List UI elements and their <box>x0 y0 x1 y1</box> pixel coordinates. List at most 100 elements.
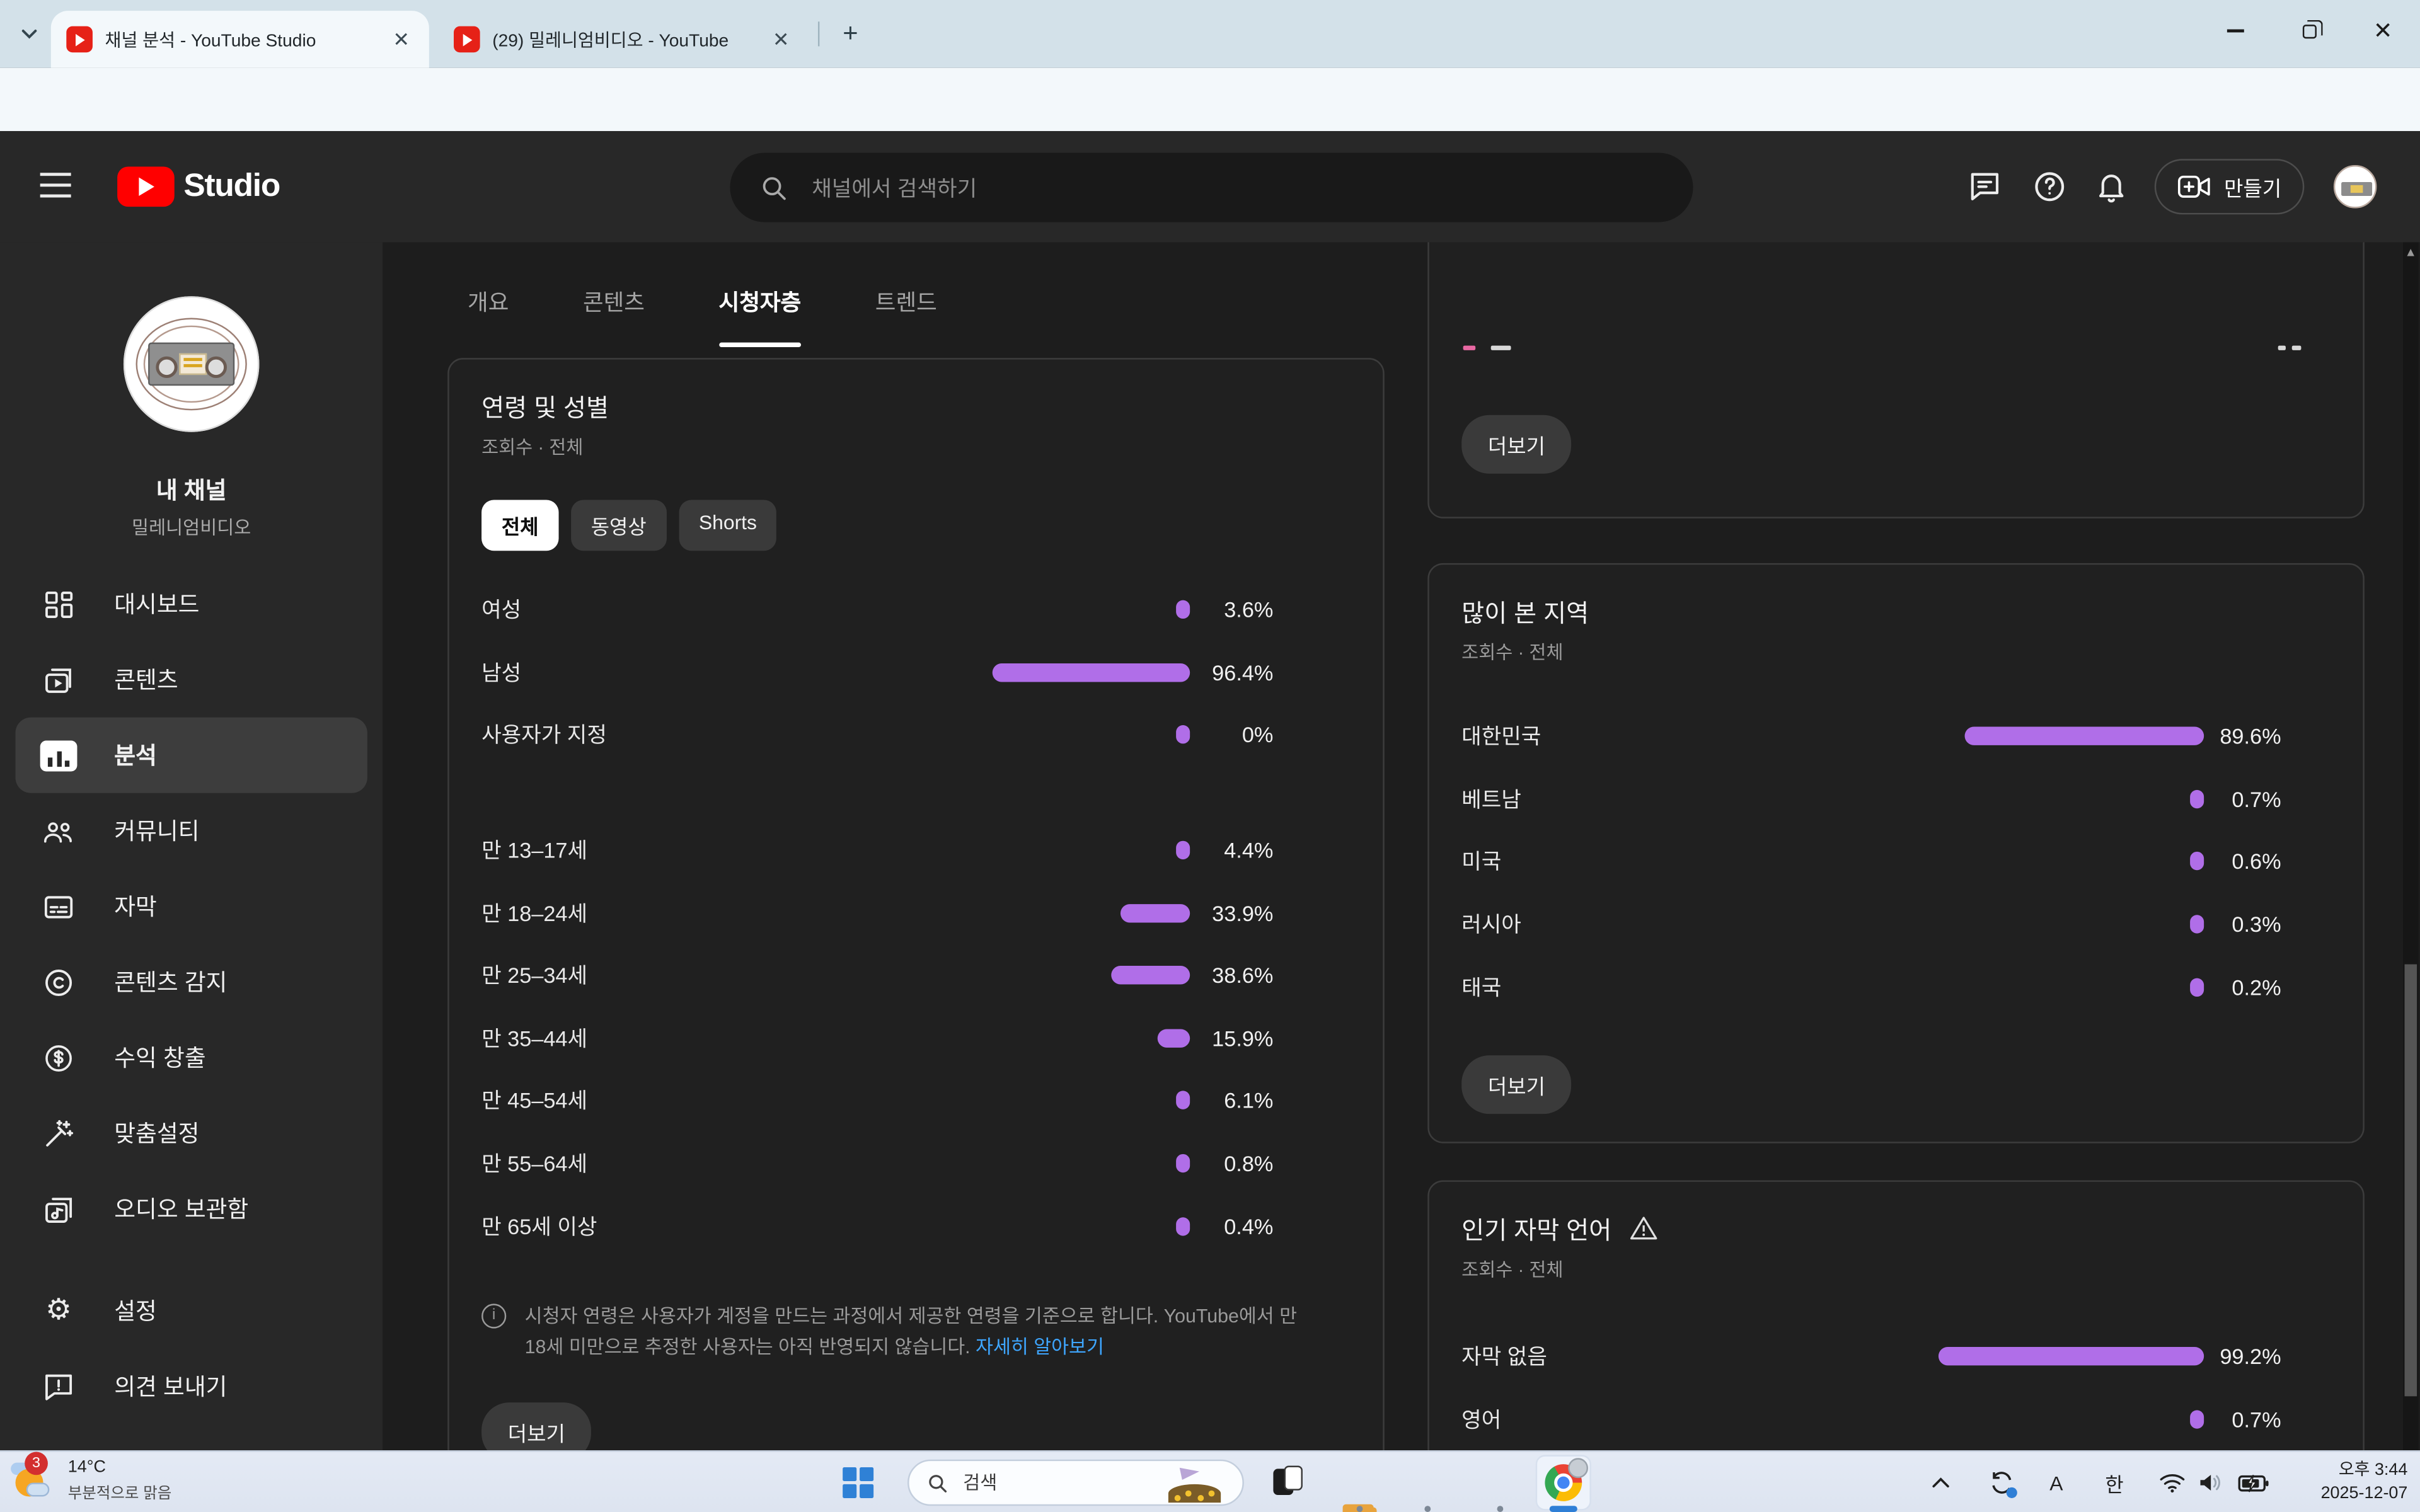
customization-icon <box>40 1114 78 1152</box>
warning-icon[interactable] <box>1630 1216 1658 1240</box>
create-button[interactable]: 만들기 <box>2155 159 2305 214</box>
ime-latin-indicator[interactable]: A <box>2049 1452 2063 1512</box>
studio-logo[interactable]: Studio <box>117 166 280 207</box>
stat-row[interactable]: 만 18–24세 33.9% <box>481 881 1351 944</box>
stat-row[interactable]: 베트남 0.7% <box>1461 768 2331 830</box>
chrome-active-app[interactable] <box>1536 1455 1591 1510</box>
active-app-indicator <box>1550 1506 1577 1511</box>
notifications-bell-icon[interactable] <box>2093 168 2130 205</box>
close-button[interactable]: ✕ <box>2346 0 2420 62</box>
menu-icon[interactable] <box>40 173 71 205</box>
clipped-row-remnant <box>1491 346 1511 350</box>
stat-row[interactable]: 영어 0.7% <box>1461 1388 2331 1450</box>
see-more-button[interactable]: 더보기 <box>481 1402 592 1450</box>
age-footnote: i 시청자 연령은 사용자가 계정을 만드는 과정에서 제공한 연령을 기준으로… <box>481 1300 1351 1362</box>
stat-row[interactable]: 만 13–17세 4.4% <box>481 819 1351 881</box>
sidebar-item[interactable]: 콘텐츠 <box>0 642 383 718</box>
stat-row[interactable]: 만 35–44세 15.9% <box>481 1007 1351 1069</box>
wifi-icon[interactable] <box>2159 1452 2186 1512</box>
stat-row[interactable]: 자막 없음 99.2% <box>1461 1326 2331 1388</box>
stat-label: 만 55–64세 <box>481 1148 984 1179</box>
sidebar-item[interactable]: 커뮤니티 <box>0 793 383 869</box>
browser-tab-active[interactable]: 채널 분석 - YouTube Studio ✕ <box>51 11 429 68</box>
sidebar-item[interactable]: 오디오 보관함 <box>0 1171 383 1247</box>
weather-widget[interactable]: 3 14°C 부분적으로 맑음 <box>9 1457 172 1503</box>
scrollbar-thumb[interactable] <box>2405 965 2417 1397</box>
stat-row[interactable]: 만 55–64세 0.8% <box>481 1132 1351 1194</box>
stat-bar <box>992 663 1190 682</box>
analytics-content: 개요콘텐츠시청자층트렌드 2019. 2. 10. ~ 2025. 12. 5.… <box>383 242 2420 1450</box>
minimize-button[interactable] <box>2198 0 2272 62</box>
search-icon <box>928 1473 948 1493</box>
stat-value: 3.6% <box>1190 597 1273 622</box>
scroll-up-arrow[interactable]: ▲ <box>2405 245 2417 259</box>
sync-tray-icon[interactable] <box>1988 1452 2015 1512</box>
stat-row[interactable]: 사용자가 지정 0% <box>481 704 1351 766</box>
analytics-tab[interactable]: 개요 <box>468 285 509 347</box>
taskbar-clock[interactable]: 오후 3:44 2025-12-07 <box>2284 1460 2407 1506</box>
taskbar-search-input[interactable] <box>960 1470 1129 1495</box>
tab-close-icon[interactable]: ✕ <box>769 27 793 52</box>
see-more-button[interactable]: 더보기 <box>1461 415 1572 474</box>
filter-chip[interactable]: 동영상 <box>571 500 667 551</box>
sidebar-item[interactable]: ⚙ 설정 <box>0 1273 383 1348</box>
sidebar-item[interactable]: 분석 <box>15 718 367 793</box>
search-highlight-image[interactable] <box>1165 1463 1224 1503</box>
learn-more-link[interactable]: 자세히 알아보기 <box>976 1336 1104 1358</box>
card-title: 연령 및 성별 <box>481 387 1351 425</box>
restore-button[interactable] <box>2272 0 2346 62</box>
stat-row[interactable]: 여성 3.6% <box>481 578 1351 641</box>
stat-row[interactable]: 러시아 0.3% <box>1461 893 2331 955</box>
page-scrollbar[interactable]: ▲ <box>2403 242 2418 1450</box>
tray-chevron-icon[interactable] <box>1931 1452 1951 1512</box>
taskbar-search[interactable] <box>908 1460 1244 1506</box>
card-title: 많이 본 지역 <box>1461 592 2331 629</box>
stat-bar <box>1176 841 1190 859</box>
feedback-comment-icon[interactable] <box>1966 168 2003 205</box>
sidebar: 내 채널 밀레니엄비디오 대시보드 콘텐츠 분석 <box>0 242 383 1450</box>
channel-avatar[interactable] <box>124 296 260 432</box>
stat-label: 여성 <box>481 595 984 626</box>
stat-row[interactable]: 만 65세 이상 0.4% <box>481 1194 1351 1257</box>
sidebar-item[interactable]: 맞춤설정 <box>0 1096 383 1171</box>
stat-row[interactable]: 태국 0.2% <box>1461 956 2331 1018</box>
tab-close-icon[interactable]: ✕ <box>389 27 413 52</box>
stat-label: 러시아 <box>1461 909 1937 940</box>
new-tab-button[interactable]: + <box>832 15 869 52</box>
stat-bar <box>1176 1154 1190 1172</box>
stat-row[interactable]: 남성 96.4% <box>481 641 1351 704</box>
card-subtitle: 조회수 · 전체 <box>1461 1256 2331 1282</box>
channel-search-input[interactable] <box>809 174 1662 202</box>
task-view-icon[interactable] <box>1270 1464 1308 1501</box>
stat-value: 38.6% <box>1190 963 1273 988</box>
tab-search-icon[interactable] <box>13 17 47 51</box>
see-more-button[interactable]: 더보기 <box>1461 1055 1572 1114</box>
ime-korean-indicator[interactable]: 한 <box>2105 1452 2123 1512</box>
sidebar-item[interactable]: 의견 보내기 <box>0 1348 383 1424</box>
stat-bar <box>2190 790 2204 808</box>
stat-row[interactable]: 대한민국 89.6% <box>1461 705 2331 767</box>
stat-row[interactable]: 미국 0.6% <box>1461 830 2331 893</box>
analytics-tab[interactable]: 트렌드 <box>875 285 937 347</box>
help-icon[interactable] <box>2031 168 2068 205</box>
battery-icon[interactable] <box>2238 1452 2269 1512</box>
filter-chip[interactable]: 전체 <box>481 500 558 551</box>
sidebar-item[interactable]: 수익 창출 <box>0 1020 383 1096</box>
start-button[interactable] <box>843 1467 873 1498</box>
clipped-card: 더보기 <box>1427 242 2365 518</box>
analytics-tab[interactable]: 시청자층 <box>719 285 802 347</box>
browser-tab-inactive[interactable]: (29) 밀레니엄비디오 - YouTube ✕ <box>439 11 809 68</box>
stat-row[interactable]: 만 45–54세 6.1% <box>481 1070 1351 1132</box>
weather-temp: 14°C <box>68 1457 172 1475</box>
volume-icon[interactable] <box>2198 1452 2224 1512</box>
sidebar-item[interactable]: 대시보드 <box>0 566 383 642</box>
taskbar: 3 14°C 부분적으로 맑음 세계 <box>0 1450 2420 1512</box>
sidebar-item[interactable]: 콘텐츠 감지 <box>0 944 383 1020</box>
analytics-tab[interactable]: 콘텐츠 <box>583 285 645 347</box>
account-avatar[interactable] <box>2334 165 2377 209</box>
channel-search-bar[interactable] <box>730 152 1693 222</box>
stat-value: 0% <box>1190 723 1273 747</box>
stat-row[interactable]: 만 25–34세 38.6% <box>481 944 1351 1007</box>
filter-chip[interactable]: Shorts <box>679 500 777 551</box>
sidebar-item[interactable]: 자막 <box>0 869 383 944</box>
